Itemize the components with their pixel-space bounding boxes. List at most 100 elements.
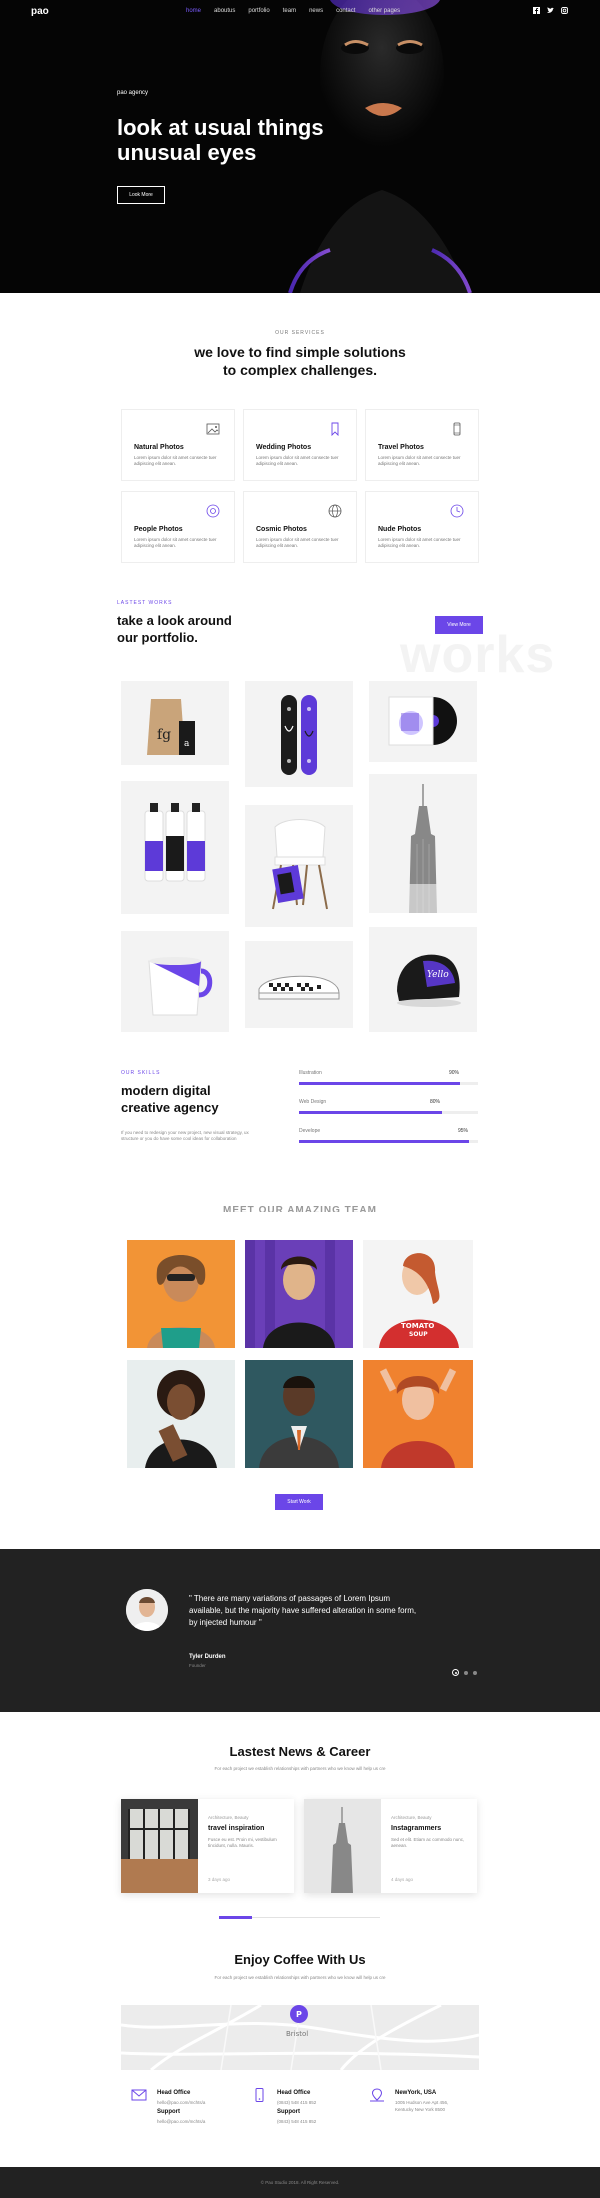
news-card[interactable]: Architecture, Beauty Instagrammers Sed e… [304,1799,477,1893]
team-member-photo[interactable] [127,1240,235,1348]
contact-phone[interactable]: (0843) 548 415 852 [277,2100,316,2105]
location-icon [370,2088,384,2102]
contact-address-line: Kentucky New York 8500 [395,2107,446,2112]
portfolio-title-line-1: take a look around [117,613,232,628]
service-card[interactable]: Wedding Photos Lorem ipsum dolor sit ame… [243,409,357,481]
aperture-icon [206,504,220,518]
facebook-icon[interactable] [533,7,540,14]
team-member-photo[interactable] [363,1360,473,1468]
contact-email[interactable]: hello@pao.com/mchts/a [157,2119,205,2124]
map-pin-label: P [296,2010,302,2019]
portfolio-item-bag[interactable]: fg a [121,681,229,765]
news-card[interactable]: Architecture, Beauty travel inspiration … [121,1799,294,1893]
news-heading[interactable]: travel inspiration [208,1825,264,1832]
pagination-dot[interactable] [473,1670,477,1675]
nav-link-team[interactable]: team [283,8,296,14]
team-member-photo[interactable] [245,1240,353,1348]
skills-title-line-1: modern digital [121,1083,211,1098]
pagination-dot[interactable] [464,1670,468,1675]
services-title-line-2: to complex challenges. [222,362,378,378]
contact-title: Enjoy Coffee With Us [234,1952,366,1967]
portfolio-item-building[interactable] [369,774,477,913]
top-navigation: pao home aboutus portfolio team news con… [0,0,600,26]
skill-track [299,1140,478,1143]
service-title: Nude Photos [378,526,422,533]
footer: © Pao Studio 2018. All Right Reserved. [0,2167,600,2198]
news-excerpt: Sed et elit. Etiam ac commodo nunc, aene… [391,1837,465,1848]
portfolio-item-mug[interactable] [121,931,229,1032]
portfolio-title: take a look around our portfolio. [117,612,232,646]
team-member-photo[interactable] [245,1360,353,1468]
service-card[interactable]: Cosmic Photos Lorem ipsum dolor sit amet… [243,491,357,563]
skill-track [299,1082,478,1085]
contact-subheading: Support [277,2109,300,2115]
contact-email[interactable]: hello@pao.com/mchts/a [157,2100,205,2105]
skills-description: If you need to redesign your new project… [121,1130,249,1141]
phone-icon [453,422,461,436]
contact-phone[interactable]: (0843) 548 415 852 [277,2119,316,2124]
news-date: 3 days ago [208,1877,231,1882]
contact-subheading: Support [157,2109,180,2115]
skill-label: Develope [299,1128,321,1134]
skills-kicker: OUR SKILLS [121,1070,161,1076]
nav-link-portfolio[interactable]: portfolio [248,8,269,14]
view-more-button[interactable]: View More [435,616,483,634]
team-member-photo[interactable]: TOMATO SOUP [363,1240,473,1348]
mail-icon [131,2089,147,2101]
hero-title-line-2: unusual eyes [117,140,257,165]
contact-heading: NewYork, USA [395,2090,437,2096]
location-map[interactable]: P Bristol [121,2005,479,2070]
testimonial-pagination [452,1669,477,1676]
news-category: Architecture, Beauty [208,1815,249,1820]
nav-link-other-pages[interactable]: other pages [368,8,400,14]
portfolio-item-chair[interactable] [245,805,353,927]
portfolio-item-shoe[interactable] [245,941,353,1028]
services-title-line-1: we love to find simple solutions [194,344,406,360]
news-image [304,1799,381,1893]
nav-link-aboutus[interactable]: aboutus [214,8,235,14]
copyright-text: © Pao Studio 2018. All Right Reserved. [260,2180,340,2185]
skills-title-line-2: creative agency [121,1100,219,1115]
hero-title-line-1: look at usual things [117,115,324,140]
service-card[interactable]: People Photos Lorem ipsum dolor sit amet… [121,491,235,563]
look-more-button[interactable]: Look More [117,186,165,204]
portfolio-item-skateboards[interactable] [245,681,353,787]
service-title: Cosmic Photos [256,526,307,533]
portfolio-item-helmet[interactable]: Yello [369,927,477,1032]
social-links [533,7,568,14]
portfolio-item-vinyl[interactable] [369,681,477,762]
testimonial-role: Founder [189,1663,206,1668]
bookmark-icon [331,422,339,436]
hero-kicker: pao agency [117,90,149,96]
services-title: we love to find simple solutions to comp… [0,343,600,379]
service-card[interactable]: Natural Photos Lorem ipsum dolor sit ame… [121,409,235,481]
service-title: Wedding Photos [256,444,312,451]
nav-link-home[interactable]: home [186,8,201,14]
skill-track [299,1111,478,1114]
news-slider-thumb[interactable] [219,1916,252,1919]
news-slider-scrollbar[interactable] [219,1916,380,1919]
twitter-icon[interactable] [547,7,554,14]
service-card[interactable]: Nude Photos Lorem ipsum dolor sit amet c… [365,491,479,563]
works-watermark: works [400,626,556,684]
skill-bar-web-design: Web Design 80% [299,1099,478,1114]
instagram-icon[interactable] [561,7,568,14]
nav-link-news[interactable]: news [309,8,323,14]
service-desc: Lorem ipsum dolor sit amet consecte tuer… [378,537,461,548]
svg-text:fg: fg [157,727,171,743]
service-card[interactable]: Travel Photos Lorem ipsum dolor sit amet… [365,409,479,481]
skill-percent: 90% [449,1070,460,1076]
svg-text:TOMATO: TOMATO [401,1322,434,1330]
pagination-dot-active[interactable] [452,1669,459,1676]
avatar [126,1589,168,1631]
service-desc: Lorem ipsum dolor sit amet consecte tuer… [378,455,461,466]
portfolio-item-bottles[interactable] [121,781,229,914]
nav-link-contact[interactable]: contact [336,8,355,14]
skill-fill [299,1140,470,1143]
services-kicker: OUR SERVICES [275,330,325,336]
start-work-button[interactable]: Start Work [275,1494,323,1510]
news-heading[interactable]: Instagrammers [391,1825,441,1832]
logo[interactable]: pao [31,6,49,17]
hero-title: look at usual things unusual eyes [117,115,377,165]
team-member-photo[interactable] [127,1360,235,1468]
